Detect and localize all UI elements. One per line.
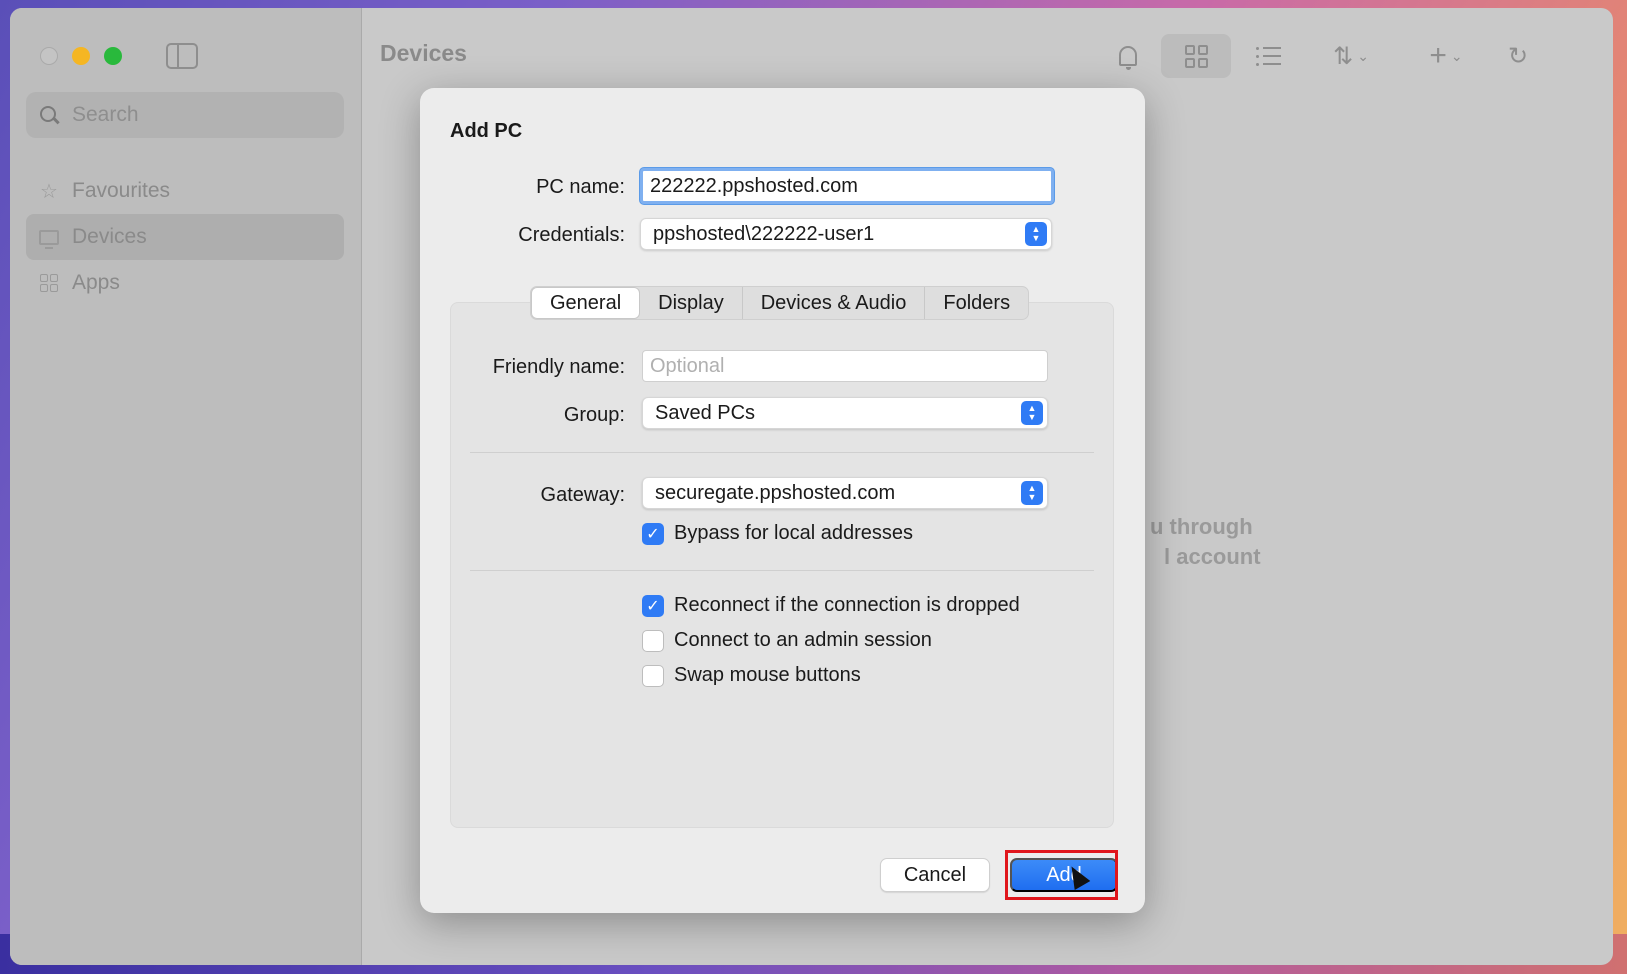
divider xyxy=(470,570,1094,571)
sidebar-item-apps[interactable]: Apps xyxy=(26,260,344,306)
empty-state-line: l account xyxy=(1164,544,1261,569)
checkbox-label: Connect to an admin session xyxy=(674,629,932,651)
group-select[interactable]: Saved PCs ▲ ▼ xyxy=(642,397,1048,429)
swap-mouse-checkbox[interactable]: Swap mouse buttons xyxy=(642,664,861,687)
credentials-select[interactable]: ppshosted\222222-user1 ▲ ▼ xyxy=(640,218,1052,250)
checkbox-box[interactable] xyxy=(642,664,664,687)
bypass-local-checkbox[interactable]: ✓ Bypass for local addresses xyxy=(642,522,913,545)
stepper-chevron-icon: ▲ ▼ xyxy=(1021,401,1043,425)
gateway-label: Gateway: xyxy=(540,484,625,506)
sidebar: ☆ Favourites Devices Apps xyxy=(10,8,362,965)
tab-display[interactable]: Display xyxy=(640,287,743,319)
maximize-window-button[interactable] xyxy=(104,47,122,65)
pc-name-input[interactable] xyxy=(640,168,1054,204)
monitor-icon xyxy=(38,226,60,249)
refresh-icon: ↻ xyxy=(1507,42,1529,70)
add-pc-dialog: Add PC PC name: Credentials: ppshosted\2… xyxy=(420,88,1145,913)
refresh-button[interactable]: ↻ xyxy=(1500,34,1536,78)
sidebar-item-label: Favourites xyxy=(72,179,171,202)
highlight-box xyxy=(1005,850,1118,900)
divider xyxy=(470,452,1094,453)
grid-icon xyxy=(1184,44,1208,68)
search-input[interactable] xyxy=(72,103,322,127)
sidebar-item-devices[interactable]: Devices xyxy=(26,214,344,260)
list-view-button[interactable] xyxy=(1248,34,1288,78)
empty-state-text: u through l account xyxy=(1150,512,1261,572)
gateway-value: securegate.ppshosted.com xyxy=(655,481,896,504)
pc-name-label: PC name: xyxy=(536,176,625,198)
group-label: Group: xyxy=(563,404,625,426)
sidebar-toggle-icon[interactable] xyxy=(166,43,198,69)
sidebar-search[interactable] xyxy=(26,92,344,138)
credentials-label: Credentials: xyxy=(518,224,625,246)
page-title: Devices xyxy=(380,40,467,66)
gateway-select[interactable]: securegate.ppshosted.com ▲ ▼ xyxy=(642,477,1048,509)
sort-icon: ⇅ xyxy=(1333,42,1354,70)
sidebar-item-label: Devices xyxy=(72,225,147,248)
apps-icon xyxy=(38,272,60,294)
sidebar-item-favourites[interactable]: ☆ Favourites xyxy=(26,168,344,214)
tab-general[interactable]: General xyxy=(531,287,641,319)
friendly-name-input[interactable] xyxy=(642,350,1048,382)
tab-bar: General Display Devices & Audio Folders xyxy=(530,286,1030,320)
tab-folders[interactable]: Folders xyxy=(925,287,1028,319)
stepper-chevron-icon: ▲ ▼ xyxy=(1021,481,1043,505)
tab-devices-audio[interactable]: Devices & Audio xyxy=(743,287,926,319)
checkbox-label: Swap mouse buttons xyxy=(674,664,861,686)
notifications-button[interactable] xyxy=(1110,34,1146,78)
credentials-value: ppshosted\222222-user1 xyxy=(653,222,875,245)
add-menu-button[interactable]: + ⌄ xyxy=(1418,34,1474,78)
stepper-chevron-icon: ▲ ▼ xyxy=(1025,222,1047,246)
chevron-down-icon: ⌄ xyxy=(1450,47,1463,64)
bell-icon xyxy=(1119,46,1137,70)
checkbox-label: Reconnect if the connection is dropped xyxy=(674,594,1020,616)
star-icon: ☆ xyxy=(40,180,58,203)
checkbox-label: Bypass for local addresses xyxy=(674,522,914,544)
sidebar-item-label: Apps xyxy=(72,271,120,294)
checkmark-icon[interactable]: ✓ xyxy=(642,594,664,617)
dialog-title: Add PC xyxy=(450,120,523,142)
grid-view-button[interactable] xyxy=(1161,34,1231,78)
search-icon xyxy=(38,104,60,126)
sort-button[interactable]: ⇅ ⌄ xyxy=(1320,34,1382,78)
checkbox-box[interactable] xyxy=(642,629,664,652)
cancel-button[interactable]: Cancel xyxy=(880,858,990,892)
reconnect-checkbox[interactable]: ✓ Reconnect if the connection is dropped xyxy=(642,594,1020,617)
checkmark-icon[interactable]: ✓ xyxy=(642,522,664,545)
admin-session-checkbox[interactable]: Connect to an admin session xyxy=(642,629,932,652)
empty-state-line: u through xyxy=(1150,514,1253,539)
close-window-button[interactable] xyxy=(40,47,58,65)
chevron-down-icon: ⌄ xyxy=(1357,47,1369,64)
plus-icon: + xyxy=(1429,39,1447,72)
list-icon xyxy=(1255,46,1281,66)
friendly-name-label: Friendly name: xyxy=(492,356,625,378)
group-value: Saved PCs xyxy=(655,401,756,424)
minimize-window-button[interactable] xyxy=(72,47,90,65)
